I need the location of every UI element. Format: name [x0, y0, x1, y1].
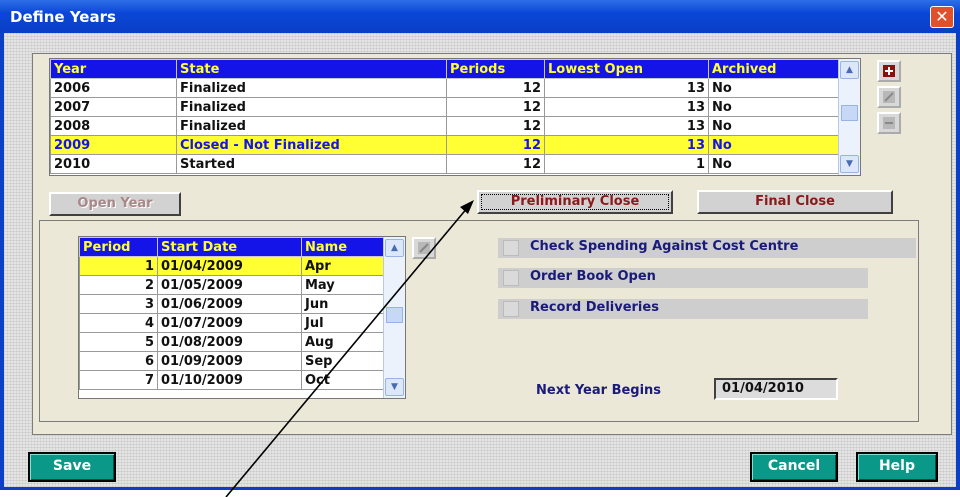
annotation-arrow [225, 200, 474, 497]
